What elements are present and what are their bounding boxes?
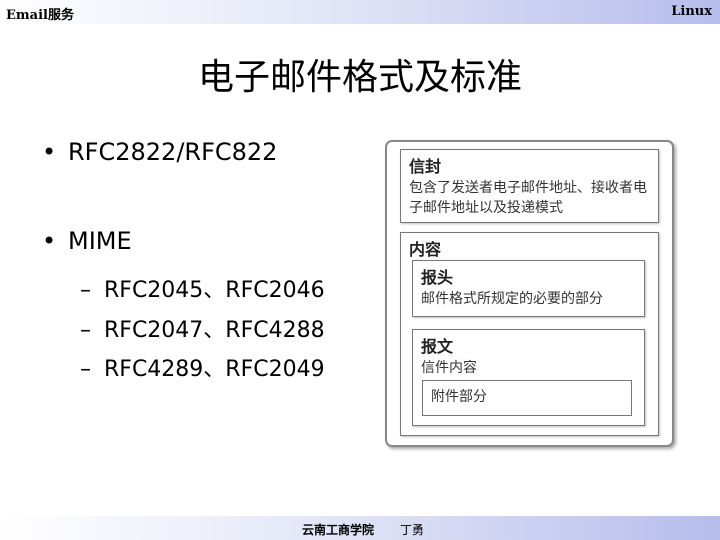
header-left-label: Email服务: [6, 8, 74, 23]
content-box: 内容 报头 邮件格式所规定的必要的部分 报文 信件内容 附件部分: [400, 232, 659, 436]
sub-text: RFC2047、RFC4288: [104, 318, 325, 343]
message-description: 信件内容: [421, 360, 477, 376]
envelope-heading: 信封: [409, 157, 442, 176]
content-heading: 内容: [409, 240, 442, 259]
bullet-text: MIME: [68, 227, 132, 255]
header-bar: Email服务 Linux: [0, 0, 720, 24]
bullet-marker: •: [42, 227, 57, 255]
attachment-label: 附件部分: [431, 389, 487, 405]
header-part-heading: 报头: [421, 268, 454, 287]
sub-text: RFC4289、RFC2049: [104, 357, 325, 382]
bullet-item: • RFC2822/RFC822: [42, 138, 277, 166]
sub-item: – RFC4289、RFC2049: [80, 351, 325, 383]
sub-marker: –: [80, 318, 91, 343]
attachment-box: 附件部分: [422, 380, 632, 416]
footer-author: 丁勇: [400, 523, 425, 537]
bullet-item: • MIME: [42, 227, 132, 255]
slide-title: 电子邮件格式及标准: [197, 57, 522, 98]
footer-school: 云南工商学院: [302, 523, 375, 537]
footer-bar: 云南工商学院 丁勇: [0, 516, 720, 540]
sub-text: RFC2045、RFC2046: [104, 278, 325, 303]
bullet-marker: •: [42, 138, 57, 166]
message-box: 报文 信件内容 附件部分: [412, 329, 645, 426]
message-heading: 报文: [421, 337, 454, 356]
envelope-box: 信封 包含了发送者电子邮件地址、接收者电子邮件地址以及投递模式: [400, 149, 659, 223]
sub-marker: –: [80, 278, 91, 303]
envelope-description: 包含了发送者电子邮件地址、接收者电子邮件地址以及投递模式: [409, 180, 647, 216]
sub-marker: –: [80, 357, 91, 382]
sub-item: – RFC2045、RFC2046: [80, 272, 325, 304]
header-part-box: 报头 邮件格式所规定的必要的部分: [412, 260, 645, 317]
sub-item: – RFC2047、RFC4288: [80, 312, 325, 344]
bullet-text: RFC2822/RFC822: [68, 138, 278, 166]
header-part-description: 邮件格式所规定的必要的部分: [421, 291, 603, 307]
header-right-label: Linux: [671, 4, 712, 19]
email-structure-diagram: 信封 包含了发送者电子邮件地址、接收者电子邮件地址以及投递模式 内容 报头 邮件…: [385, 140, 674, 447]
